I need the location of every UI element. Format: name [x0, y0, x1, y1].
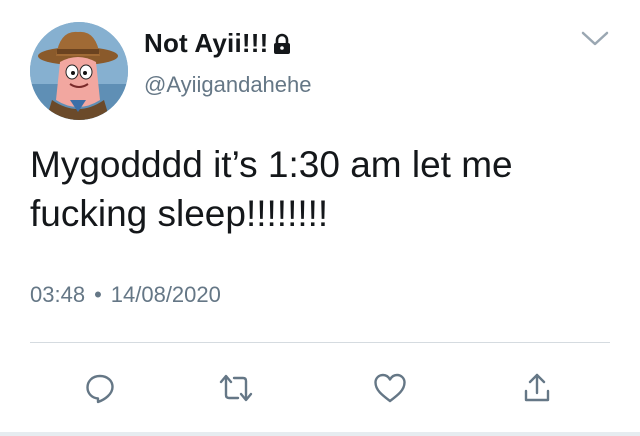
- chevron-down-icon[interactable]: [580, 28, 610, 50]
- user-handle[interactable]: @Ayiigandahehe: [144, 72, 312, 98]
- timestamp-separator: •: [94, 282, 102, 307]
- tweet-time: 03:48: [30, 282, 86, 307]
- tweet-card: Not Ayii!!! @Ayiigandahehe Mygodddd it’s…: [0, 0, 640, 436]
- reply-button[interactable]: [80, 370, 120, 410]
- tweet-text: Mygodddd it’s 1:30 am let me fucking sle…: [30, 144, 523, 234]
- like-button[interactable]: [370, 370, 410, 410]
- display-name[interactable]: Not Ayii!!!: [144, 28, 268, 59]
- avatar[interactable]: [30, 22, 128, 120]
- tweet-date: 14/08/2020: [110, 282, 221, 307]
- share-button[interactable]: [517, 370, 557, 410]
- share-icon: [522, 371, 552, 410]
- display-name-row: Not Ayii!!!: [144, 28, 292, 59]
- reply-icon: [83, 371, 117, 410]
- heart-icon: [372, 371, 408, 410]
- tweet-timestamp[interactable]: 03:48 • 14/08/2020: [30, 282, 221, 308]
- bottom-border: [0, 432, 640, 436]
- retweet-button[interactable]: [216, 370, 256, 410]
- retweet-icon: [218, 371, 254, 410]
- divider: [30, 342, 610, 343]
- lock-icon: [272, 33, 292, 55]
